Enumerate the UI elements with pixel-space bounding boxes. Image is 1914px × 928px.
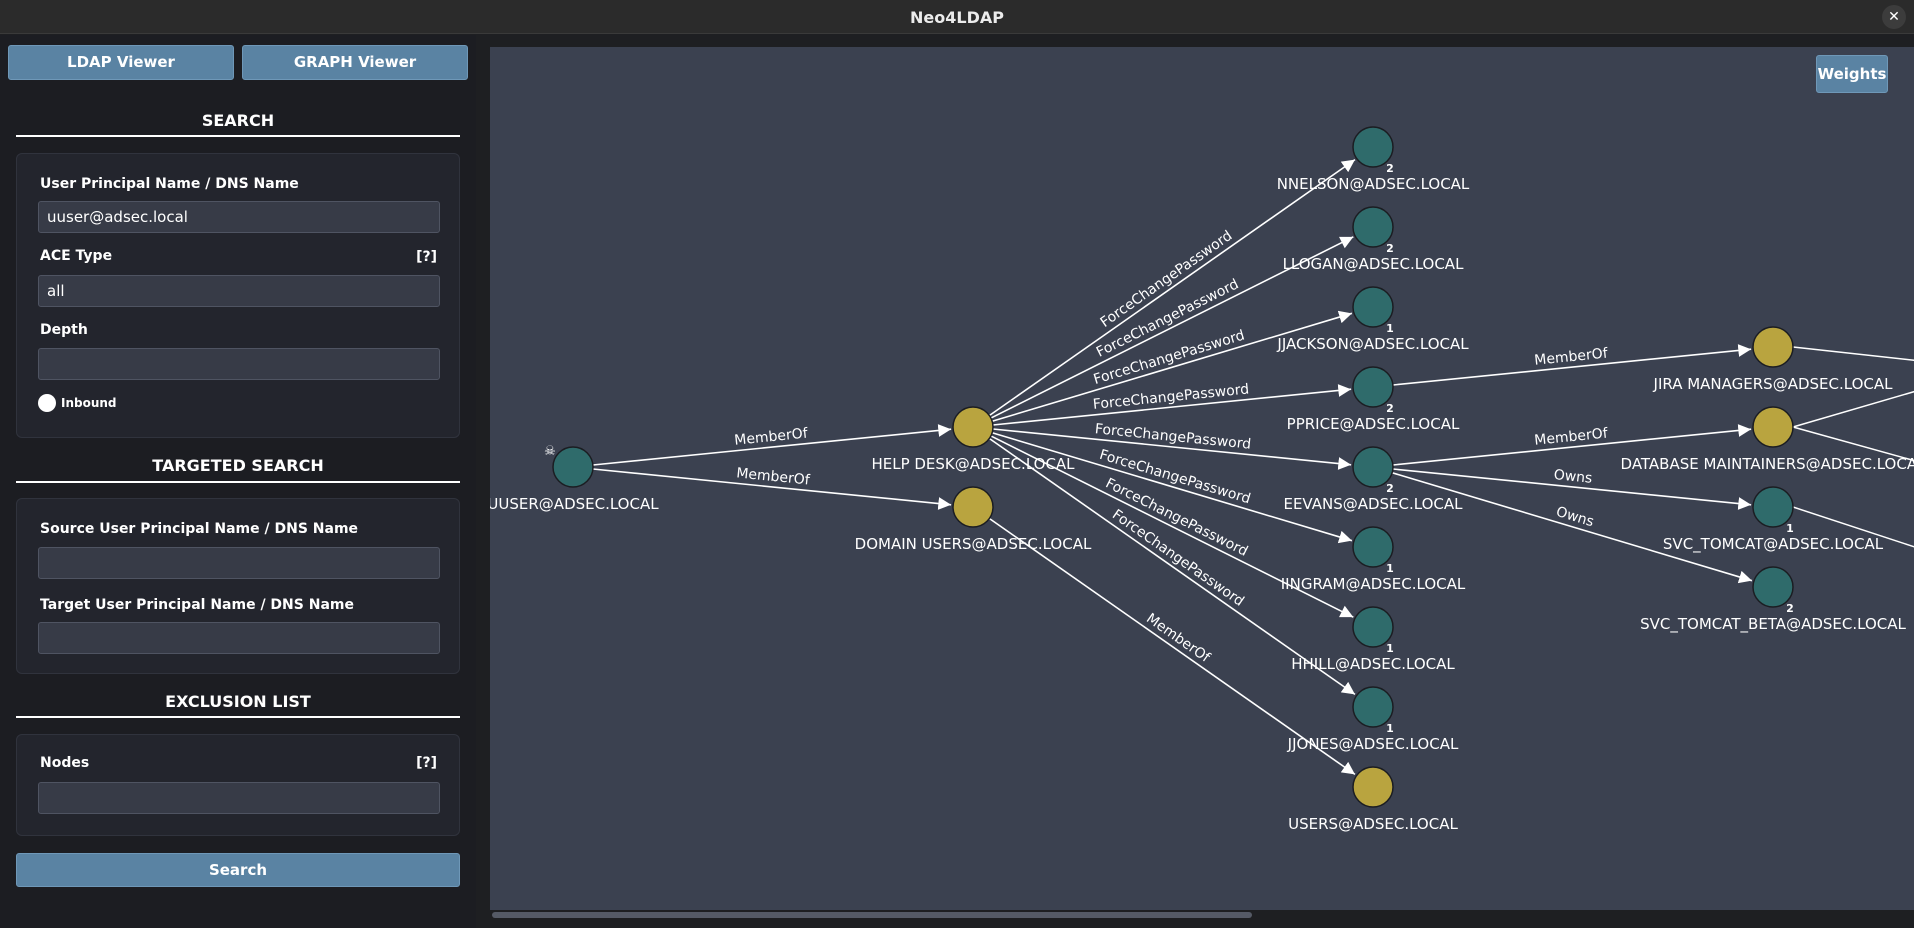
ace-type-help-icon[interactable]: [?]	[416, 249, 437, 265]
graph-node-badge: 2	[1386, 402, 1394, 415]
weights-button[interactable]: Weights	[1816, 55, 1888, 93]
graph-edge-offscreen	[1792, 390, 1914, 428]
graph-node-label: NNELSON@ADSEC.LOCAL	[1277, 175, 1470, 193]
graph-viewer-button[interactable]: GRAPH Viewer	[242, 45, 468, 80]
graph-node-jjones[interactable]	[1352, 686, 1394, 728]
graph-node-badge: 1	[1386, 722, 1394, 735]
graph-edge-helpdesk-nnelson[interactable]	[988, 158, 1356, 417]
graph-node-iingram[interactable]	[1352, 526, 1394, 568]
inbound-label: Inbound	[61, 396, 117, 410]
target-upn-input[interactable]	[38, 622, 440, 654]
graph-edge-label: MemberOf	[1143, 611, 1213, 667]
depth-label: Depth	[40, 322, 88, 338]
graph-node-badge: 1	[1786, 522, 1794, 535]
graph-edge-helpdesk-iingram[interactable]	[991, 431, 1353, 544]
graph-node-label: UUSER@ADSEC.LOCAL	[490, 495, 659, 513]
graph-node-eevans[interactable]	[1352, 446, 1394, 488]
graph-node-hhill[interactable]	[1352, 606, 1394, 648]
graph-node-badge: 2	[1386, 242, 1394, 255]
graph-node-jjackson[interactable]	[1352, 286, 1394, 328]
graph-node-nnelson[interactable]	[1352, 126, 1394, 168]
ace-type-label: ACE Type	[40, 248, 113, 264]
nodes-label: Nodes	[40, 755, 90, 771]
graph-node-label: HELP DESK@ADSEC.LOCAL	[871, 455, 1075, 473]
graph-node-label: IINGRAM@ADSEC.LOCAL	[1281, 575, 1466, 593]
graph-node-label: SVC_TOMCAT@ADSEC.LOCAL	[1663, 535, 1884, 554]
target-upn-label: Target User Principal Name / DNS Name	[40, 597, 354, 613]
targeted-search-divider	[16, 481, 460, 483]
graph-node-label: JJONES@ADSEC.LOCAL	[1287, 735, 1459, 753]
horizontal-scrollbar-thumb[interactable]	[492, 912, 1252, 918]
graph-edge-label: Owns	[1553, 467, 1593, 487]
graph-node-jira[interactable]	[1752, 326, 1794, 368]
upn-label: User Principal Name / DNS Name	[40, 176, 299, 192]
sidebar: LDAP Viewer GRAPH Viewer SEARCH User Pri…	[0, 35, 476, 928]
graph-node-domainusers[interactable]	[952, 486, 994, 528]
graph-node-uuser[interactable]	[552, 446, 594, 488]
graph-node-label: EEVANS@ADSEC.LOCAL	[1283, 495, 1463, 513]
graph-edge-eevans-svctomcatbeta[interactable]	[1391, 471, 1753, 584]
exclusion-panel: Nodes [?]	[16, 734, 460, 836]
nodes-help-icon[interactable]: [?]	[416, 755, 437, 771]
search-section-title: SEARCH	[201, 111, 275, 130]
graph-node-badge: 1	[1386, 642, 1394, 655]
exclusion-section-title: EXCLUSION LIST	[165, 692, 311, 711]
graph-edge-label: Owns	[1554, 504, 1596, 530]
graph-node-badge: 2	[1386, 482, 1394, 495]
close-button[interactable]: ✕	[1882, 5, 1906, 29]
window-title: Neo4LDAP	[910, 8, 1004, 27]
graph-canvas[interactable]: MemberOf MemberOf ForceChangePassword Force…	[487, 47, 1914, 910]
search-button[interactable]: Search	[16, 853, 460, 887]
graph-node-llogan[interactable]	[1352, 206, 1394, 248]
search-panel: User Principal Name / DNS Name uuser@ads…	[16, 153, 460, 438]
ace-type-input[interactable]: all	[38, 275, 440, 307]
graph-node-svctomcatbeta[interactable]	[1752, 566, 1794, 608]
depth-input[interactable]	[38, 348, 440, 380]
graph-edge-label: ForceChangePassword	[1092, 381, 1250, 413]
graph-node-badge: 1	[1386, 322, 1394, 335]
graph-svg: MemberOfMemberOfForceChangePasswordForce…	[487, 126, 1914, 833]
graph-node-badge: 2	[1786, 602, 1794, 615]
graph-node-dbmaint[interactable]	[1752, 406, 1794, 448]
graph-node-badge: 1	[1386, 562, 1394, 575]
graph-node-label: DATABASE MAINTAINERS@ADSEC.LOCAL	[1621, 455, 1914, 473]
upn-input[interactable]: uuser@adsec.local	[38, 201, 440, 233]
graph-node-label: HHILL@ADSEC.LOCAL	[1291, 655, 1455, 673]
graph-node-svctomcat[interactable]	[1752, 486, 1794, 528]
graph-edge-offscreen	[1792, 346, 1914, 362]
graph-node-label: JIRA MANAGERS@ADSEC.LOCAL	[1653, 375, 1894, 393]
nodes-input[interactable]	[38, 782, 440, 814]
graph-node-users[interactable]	[1352, 766, 1394, 808]
targeted-search-panel: Source User Principal Name / DNS Name Ta…	[16, 498, 460, 674]
targeted-search-section-title: TARGETED SEARCH	[152, 456, 324, 475]
graph-node-pprice[interactable]	[1352, 366, 1394, 408]
search-section-divider	[16, 135, 460, 137]
ldap-viewer-button[interactable]: LDAP Viewer	[8, 45, 234, 80]
title-bar: Neo4LDAP ✕	[0, 0, 1914, 34]
graph-node-label: USERS@ADSEC.LOCAL	[1288, 815, 1458, 833]
source-upn-label: Source User Principal Name / DNS Name	[40, 521, 359, 537]
inbound-radio[interactable]	[38, 394, 56, 412]
graph-node-label: PPRICE@ADSEC.LOCAL	[1287, 415, 1460, 433]
graph-node-label: JJACKSON@ADSEC.LOCAL	[1276, 335, 1469, 353]
skull-icon: ☠	[544, 444, 556, 459]
exclusion-section-divider	[16, 716, 460, 718]
graph-node-helpdesk[interactable]	[952, 406, 994, 448]
graph-node-label: SVC_TOMCAT_BETA@ADSEC.LOCAL	[1640, 615, 1906, 634]
graph-node-label: LLOGAN@ADSEC.LOCAL	[1283, 255, 1465, 273]
source-upn-input[interactable]	[38, 547, 440, 579]
graph-node-label: DOMAIN USERS@ADSEC.LOCAL	[855, 535, 1092, 553]
graph-node-badge: 2	[1386, 162, 1394, 175]
graph-edge-label: ForceChangePassword	[1094, 421, 1252, 453]
